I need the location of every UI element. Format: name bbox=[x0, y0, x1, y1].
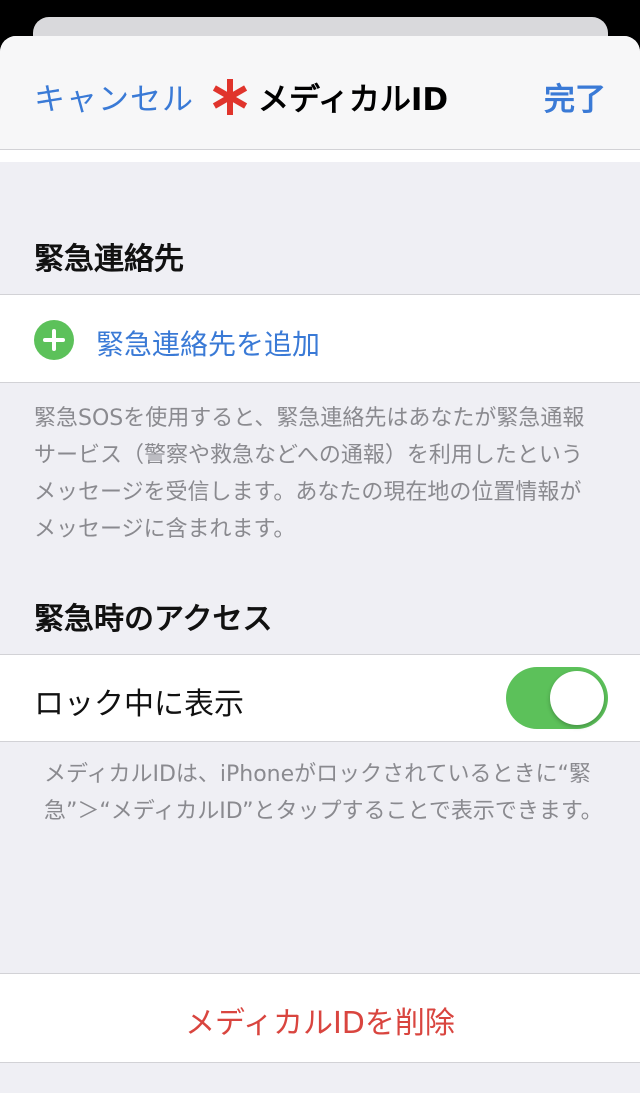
previous-section-edge bbox=[0, 150, 640, 162]
emergency-access-footnote: メディカルIDは、iPhoneがロックされているときに“緊急”＞“メディカルID… bbox=[44, 762, 603, 824]
done-button[interactable]: 完了 bbox=[544, 74, 606, 119]
emergency-contacts-header: 緊急連絡先 bbox=[34, 242, 184, 277]
page-title: メディカルID bbox=[210, 74, 448, 119]
toggle-knob bbox=[550, 671, 604, 725]
emergency-access-header: 緊急時のアクセス bbox=[34, 602, 273, 637]
show-when-locked-label: ロック中に表示 bbox=[34, 687, 244, 722]
delete-medical-id-button[interactable]: メディカルIDを削除 bbox=[0, 998, 640, 1042]
emergency-sos-footnote: 緊急SOSを使用すると、緊急連絡先はあなたが緊急通報サービス（警察や救急などへの… bbox=[34, 406, 585, 542]
plus-circle-icon[interactable] bbox=[34, 320, 74, 360]
page-title-label: メディカルID bbox=[258, 82, 449, 118]
add-emergency-contact-label[interactable]: 緊急連絡先を追加 bbox=[96, 323, 320, 363]
add-emergency-contact-row[interactable]: 緊急連絡先を追加 bbox=[0, 294, 640, 383]
cancel-button[interactable]: キャンセル bbox=[34, 74, 194, 119]
medical-id-sheet: キャンセル メディカルID 完了 緊急連絡先 緊急連絡先を追加 緊急SOSを使用… bbox=[0, 36, 640, 1093]
medical-star-icon bbox=[212, 78, 248, 115]
delete-medical-id-row[interactable]: メディカルIDを削除 bbox=[0, 973, 640, 1063]
show-when-locked-toggle[interactable] bbox=[506, 667, 608, 729]
navigation-bar: キャンセル メディカルID 完了 bbox=[0, 36, 640, 150]
show-when-locked-row: ロック中に表示 bbox=[0, 654, 640, 742]
